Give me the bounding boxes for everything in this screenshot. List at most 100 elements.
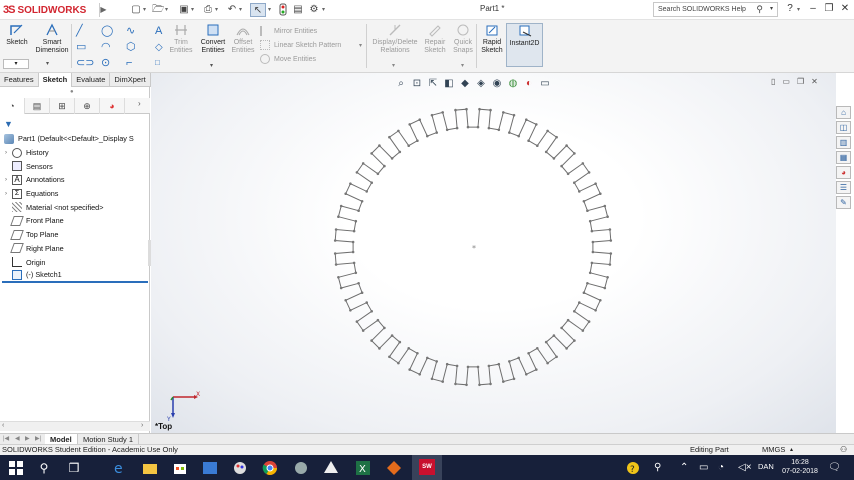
rebuild-icon[interactable] bbox=[278, 3, 288, 17]
sketch-point[interactable] bbox=[426, 134, 429, 138]
sketch-point[interactable] bbox=[416, 139, 419, 142]
sketch-point[interactable] bbox=[609, 252, 613, 255]
zoom-area-icon[interactable]: ⊡ bbox=[411, 78, 423, 89]
sketch-point[interactable] bbox=[512, 113, 516, 117]
sketch-point[interactable] bbox=[407, 144, 411, 147]
filter-icon[interactable]: ▼ bbox=[4, 119, 13, 129]
sketch-point[interactable] bbox=[502, 380, 505, 383]
section-view-icon[interactable]: ◧ bbox=[443, 78, 455, 89]
trim-entities-button[interactable]: Trim Entities bbox=[168, 23, 194, 67]
solidworks-logo[interactable]: 3S SOLIDWORKS bbox=[3, 3, 86, 17]
chevron-down-icon[interactable]: ▾ bbox=[46, 60, 49, 67]
sketch-point[interactable] bbox=[489, 382, 492, 386]
sketch-point[interactable] bbox=[606, 276, 609, 279]
sketch-point[interactable] bbox=[566, 172, 570, 176]
sketch-point[interactable] bbox=[476, 125, 480, 129]
app-icon[interactable] bbox=[386, 460, 402, 476]
sketch-point[interactable] bbox=[370, 310, 373, 313]
sketch-point[interactable] bbox=[388, 355, 391, 359]
tab-evaluate[interactable]: Evaluate bbox=[72, 73, 111, 87]
arc-icon[interactable]: ◠ bbox=[101, 39, 126, 55]
tree-item-front-plane[interactable]: Front Plane bbox=[2, 214, 148, 228]
sketch-point[interactable] bbox=[512, 377, 516, 381]
sketch-point[interactable] bbox=[544, 340, 548, 344]
sketch-point[interactable] bbox=[466, 125, 470, 129]
polygon-icon[interactable]: ⬡ bbox=[126, 39, 151, 55]
sketch-point[interactable] bbox=[573, 152, 576, 155]
sketch-point[interactable] bbox=[487, 364, 491, 368]
sketch-point[interactable] bbox=[535, 368, 538, 371]
tree-item-equations[interactable]: › Σ Equations bbox=[2, 187, 148, 201]
sketch-point[interactable] bbox=[555, 135, 558, 139]
sketch-point[interactable] bbox=[351, 250, 355, 254]
sketch-point[interactable] bbox=[552, 157, 556, 160]
sketch-point[interactable] bbox=[355, 171, 359, 174]
tree-item-top-plane[interactable]: Top Plane bbox=[2, 228, 148, 242]
options-icon[interactable]: ⚙ bbox=[308, 3, 320, 17]
sketch-point[interactable] bbox=[354, 219, 358, 223]
sketch-point[interactable] bbox=[566, 318, 570, 322]
sketch-point[interactable] bbox=[454, 382, 457, 386]
hide-show-items-icon[interactable]: ◉ bbox=[491, 78, 503, 89]
sketch-point[interactable] bbox=[339, 286, 343, 290]
apply-scene-icon[interactable]: ◐ bbox=[523, 78, 535, 89]
sketch-point[interactable] bbox=[454, 108, 457, 112]
chevron-down-icon[interactable]: ▾ bbox=[359, 42, 362, 49]
move-entities-button[interactable]: Move Entities bbox=[260, 52, 341, 66]
sketch-point[interactable] bbox=[354, 271, 358, 275]
view-orientation-icon[interactable]: ◆ bbox=[459, 78, 471, 89]
linear-sketch-pattern-button[interactable]: Linear Sketch Pattern bbox=[260, 38, 341, 52]
sketch-point[interactable] bbox=[594, 182, 597, 185]
sketch-point[interactable] bbox=[578, 301, 581, 304]
sketch-point[interactable] bbox=[588, 219, 592, 223]
sketch-point[interactable] bbox=[378, 144, 381, 147]
sketch-point[interactable] bbox=[370, 152, 373, 155]
scroll-left-icon[interactable]: ‹ bbox=[2, 422, 4, 429]
unit-system-selector[interactable]: MMGS bbox=[762, 445, 785, 455]
view-settings-icon[interactable]: ▭ bbox=[539, 78, 551, 89]
chevron-down-icon[interactable]: ▾ bbox=[322, 3, 325, 17]
smart-dimension-button[interactable]: Smart Dimension bbox=[34, 23, 70, 67]
sketch-point[interactable] bbox=[337, 215, 340, 218]
sketch-point[interactable] bbox=[502, 111, 505, 114]
sketch-point[interactable] bbox=[590, 261, 594, 265]
sketch-point[interactable] bbox=[535, 123, 538, 126]
sketch-point[interactable] bbox=[586, 209, 589, 212]
panel-drag-handle-icon[interactable]: ● bbox=[70, 89, 74, 95]
circle-icon[interactable]: ◯ bbox=[101, 23, 126, 39]
sketch-point[interactable] bbox=[578, 190, 581, 193]
menu-expand-icon[interactable]: ▶ bbox=[99, 3, 107, 17]
file-explorer-icon[interactable]: ▦ bbox=[836, 151, 851, 164]
expand-icon[interactable]: › bbox=[2, 191, 10, 197]
chevron-down-icon[interactable]: ▾ bbox=[210, 62, 213, 69]
sketch-point[interactable] bbox=[465, 107, 468, 111]
sketch-point[interactable] bbox=[352, 261, 356, 265]
sketch-point[interactable] bbox=[398, 150, 402, 154]
file-properties-icon[interactable]: ▤ bbox=[292, 3, 304, 17]
convert-entities-button[interactable]: Convert Entities bbox=[197, 23, 229, 67]
sketch-point[interactable] bbox=[349, 182, 352, 185]
panel-horizontal-scrollbar[interactable]: ‹ › bbox=[0, 421, 150, 431]
spline-icon[interactable]: ∿ bbox=[126, 23, 151, 39]
close-icon[interactable]: ✕ bbox=[811, 77, 818, 86]
display-manager-tab-icon[interactable]: ◕ bbox=[100, 98, 125, 114]
sketch-point[interactable] bbox=[376, 318, 380, 322]
resources-icon[interactable]: ◫ bbox=[836, 121, 851, 134]
display-delete-relations-button[interactable]: Display/Delete Relations bbox=[370, 23, 420, 67]
previous-view-icon[interactable]: ⇱ bbox=[427, 78, 439, 89]
point-tool-icon[interactable]: □ bbox=[155, 58, 160, 67]
sketch-point[interactable] bbox=[497, 362, 501, 366]
appearances-icon[interactable]: ◕ bbox=[836, 166, 851, 179]
wifi-icon[interactable]: ◔ bbox=[718, 461, 724, 475]
sketch-point[interactable] bbox=[430, 377, 434, 381]
home-icon[interactable]: ⌂ bbox=[836, 106, 851, 119]
open-icon[interactable]: 🗁 bbox=[152, 3, 164, 17]
store-icon[interactable] bbox=[172, 460, 188, 476]
show-hidden-icons-icon[interactable]: ⌃ bbox=[680, 461, 688, 475]
sketch-point[interactable] bbox=[517, 134, 520, 138]
repair-sketch-button[interactable]: Repair Sketch bbox=[422, 23, 448, 67]
sketch-point[interactable] bbox=[370, 339, 373, 342]
sketch-point[interactable] bbox=[352, 229, 356, 233]
sketch-point[interactable] bbox=[487, 126, 491, 130]
save-icon[interactable]: ▣ bbox=[178, 3, 190, 17]
